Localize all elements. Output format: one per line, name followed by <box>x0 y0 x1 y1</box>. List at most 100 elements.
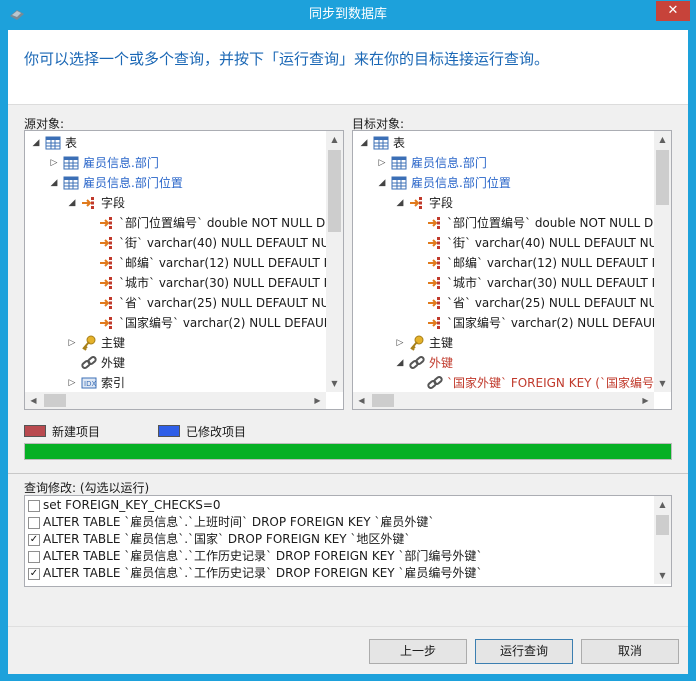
target-tree-item[interactable]: `部门位置编号` double NOT NULL DEFAULT <box>353 213 671 233</box>
cancel-button[interactable]: 取消 <box>581 639 679 664</box>
query-text: ALTER TABLE `雇员信息`.`工作历史记录` DROP FOREIGN… <box>43 566 483 580</box>
source-tree-item[interactable]: `城市` varchar(30) NULL DEFAULT NULL <box>25 273 343 293</box>
source-tree-item-label: 索引 <box>101 376 126 390</box>
target-tree-item-label: `国家编号` varchar(2) NULL DEFAULT NULL <box>447 316 671 330</box>
source-tree-item[interactable]: `部门位置编号` double NOT NULL DEFAULT <box>25 213 343 233</box>
collapse-arrow-icon[interactable]: ◢ <box>395 193 405 213</box>
scroll-left-icon[interactable]: ◀ <box>25 392 42 409</box>
scroll-up-icon[interactable]: ▲ <box>654 496 671 513</box>
collapse-arrow-icon[interactable]: ◢ <box>49 173 59 193</box>
source-tree-item[interactable]: ◢ 字段 <box>25 193 325 213</box>
source-tree-item-label: 外键 <box>101 356 126 370</box>
target-tree-item[interactable]: ◢ 雇员信息.部门位置 <box>353 173 653 193</box>
source-tree-item[interactable]: ▷ 雇员信息.部门 <box>25 153 325 173</box>
target-tree-item-label: `邮编` varchar(12) NULL DEFAULT NULL <box>447 256 672 270</box>
source-tree-item[interactable]: ◢ 雇员信息.部门位置 <box>25 173 325 193</box>
target-tree-item-label: 外键 <box>429 356 454 370</box>
scroll-up-icon[interactable]: ▲ <box>654 131 671 148</box>
source-tree-item[interactable]: `省` varchar(25) NULL DEFAULT NULL <box>25 293 343 313</box>
target-tree-item-label: `省` varchar(25) NULL DEFAULT NULL <box>447 296 671 310</box>
target-tree-item[interactable]: `国家外键` FOREIGN KEY (`国家编号`) <box>353 373 665 393</box>
link-icon <box>81 355 97 371</box>
target-tree-item[interactable]: ◢ 外键 <box>353 353 653 373</box>
scroll-right-icon[interactable]: ▶ <box>637 392 654 409</box>
target-tree-item[interactable]: `城市` varchar(30) NULL DEFAULT NULL <box>353 273 671 293</box>
scroll-thumb[interactable] <box>656 150 669 205</box>
header-band: 你可以选择一个或多个查询，并按下「运行查询」来在你的目标连接运行查询。 <box>8 30 688 105</box>
modified-item-label: 已修改项目 <box>186 425 247 439</box>
source-tree[interactable]: ◢ 表 ▷ 雇员信息.部门 ◢ 雇员信息.部门位置 ◢ 字段 `部门位置编号` double N… <box>24 130 344 410</box>
collapse-arrow-icon[interactable]: ◢ <box>377 173 387 193</box>
source-tree-item-label: `国家编号` varchar(2) NULL DEFAULT NULL <box>119 316 343 330</box>
progress-fill <box>25 444 671 459</box>
target-vertical-scrollbar[interactable]: ▲ ▼ <box>654 131 671 392</box>
target-horizontal-scrollbar[interactable]: ◀ ▶ <box>353 392 654 409</box>
collapse-arrow-icon[interactable]: ◢ <box>359 133 369 153</box>
table-icon <box>63 155 79 171</box>
scroll-right-icon[interactable]: ▶ <box>309 392 326 409</box>
source-vertical-scrollbar[interactable]: ▲ ▼ <box>326 131 343 392</box>
source-tree-item-label: 字段 <box>101 196 126 210</box>
scroll-thumb[interactable] <box>656 515 669 535</box>
collapse-arrow-icon[interactable]: ◢ <box>395 353 405 373</box>
target-tree-item[interactable]: ▷ 雇员信息.部门 <box>353 153 653 173</box>
checkbox-unchecked[interactable] <box>28 517 40 529</box>
new-item-swatch <box>24 425 46 437</box>
collapse-arrow-icon[interactable]: ◢ <box>31 133 41 153</box>
progress-bar <box>24 443 672 460</box>
scroll-down-icon[interactable]: ▼ <box>654 375 671 392</box>
query-list[interactable]: set FOREIGN_KEY_CHECKS=0 ALTER TABLE `雇员信… <box>24 495 672 587</box>
target-tree-item[interactable]: `国家编号` varchar(2) NULL DEFAULT NULL <box>353 313 671 333</box>
checkbox-unchecked[interactable] <box>28 500 40 512</box>
scroll-thumb[interactable] <box>44 394 66 407</box>
source-tree-item[interactable]: `邮编` varchar(12) NULL DEFAULT NULL <box>25 253 343 273</box>
source-tree-item[interactable]: `国家编号` varchar(2) NULL DEFAULT NULL <box>25 313 343 333</box>
target-tree-item[interactable]: ◢ 字段 <box>353 193 653 213</box>
field-icon <box>99 215 115 231</box>
scroll-up-icon[interactable]: ▲ <box>326 131 343 148</box>
back-button[interactable]: 上一步 <box>369 639 467 664</box>
source-tree-item[interactable]: ◢ 表 <box>25 133 325 153</box>
source-tree-item[interactable]: ▷ 主键 <box>25 333 325 353</box>
scroll-left-icon[interactable]: ◀ <box>353 392 370 409</box>
expand-arrow-icon[interactable]: ▷ <box>377 153 387 173</box>
target-tree-item[interactable]: ◢ 表 <box>353 133 653 153</box>
expand-arrow-icon[interactable]: ▷ <box>395 333 405 353</box>
target-tree-item[interactable]: `邮编` varchar(12) NULL DEFAULT NULL <box>353 253 671 273</box>
source-tree-item-label: `街` varchar(40) NULL DEFAULT NULL <box>119 236 343 250</box>
close-button[interactable]: ✕ <box>656 1 690 21</box>
source-horizontal-scrollbar[interactable]: ◀ ▶ <box>25 392 326 409</box>
title-bar[interactable]: 同步到数据库 ✕ <box>0 0 696 30</box>
target-tree[interactable]: ◢ 表 ▷ 雇员信息.部门 ◢ 雇员信息.部门位置 ◢ 字段 `部门位置编号` double N… <box>352 130 672 410</box>
query-text: ALTER TABLE `雇员信息`.`上班时间` DROP FOREIGN K… <box>43 515 435 529</box>
run-query-button[interactable]: 运行查询 <box>475 639 573 664</box>
field-icon <box>99 315 115 331</box>
field-icon <box>427 255 443 271</box>
scroll-thumb[interactable] <box>372 394 394 407</box>
checkbox-unchecked[interactable] <box>28 551 40 563</box>
source-tree-item-label: 雇员信息.部门位置 <box>83 176 183 190</box>
source-tree-item[interactable]: `街` varchar(40) NULL DEFAULT NULL <box>25 233 343 253</box>
key-icon <box>81 335 97 351</box>
checkbox-checked[interactable]: ✓ <box>28 534 40 546</box>
dialog-window: 同步到数据库 ✕ 你可以选择一个或多个查询，并按下「运行查询」来在你的目标连接运… <box>0 0 696 681</box>
target-tree-item-label: `部门位置编号` double NOT NULL DEFAULT <box>447 216 672 230</box>
source-tree-item[interactable]: ▷ IDX 索引 <box>25 373 325 393</box>
field-icon <box>99 235 115 251</box>
target-tree-item[interactable]: `省` varchar(25) NULL DEFAULT NULL <box>353 293 671 313</box>
scroll-thumb[interactable] <box>328 150 341 232</box>
query-vertical-scrollbar[interactable]: ▲ ▼ <box>654 496 671 584</box>
expand-arrow-icon[interactable]: ▷ <box>67 373 77 393</box>
scroll-down-icon[interactable]: ▼ <box>654 567 671 584</box>
scroll-down-icon[interactable]: ▼ <box>326 375 343 392</box>
target-tree-item[interactable]: `街` varchar(40) NULL DEFAULT NULL <box>353 233 671 253</box>
field-icon <box>427 275 443 291</box>
target-tree-item[interactable]: ▷ 主键 <box>353 333 653 353</box>
field-icon <box>427 295 443 311</box>
checkbox-checked[interactable]: ✓ <box>28 568 40 580</box>
expand-arrow-icon[interactable]: ▷ <box>49 153 59 173</box>
collapse-arrow-icon[interactable]: ◢ <box>67 193 77 213</box>
source-tree-item[interactable]: 外键 <box>25 353 325 373</box>
expand-arrow-icon[interactable]: ▷ <box>67 333 77 353</box>
instruction-text: 你可以选择一个或多个查询，并按下「运行查询」来在你的目标连接运行查询。 <box>24 50 550 68</box>
